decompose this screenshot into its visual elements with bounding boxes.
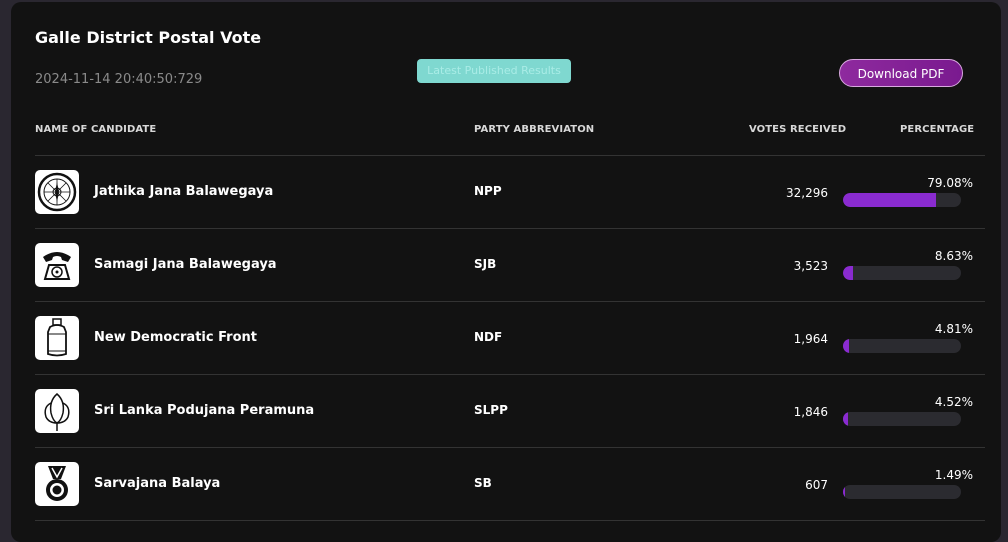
table-row: Sri Lanka Podujana Peramuna SLPP 1,846 4… bbox=[35, 375, 985, 448]
percentage-value: 4.81% bbox=[934, 322, 973, 336]
page-title: Galle District Postal Vote bbox=[35, 28, 262, 47]
party-abbreviation: NPP bbox=[474, 184, 502, 198]
percentage-bar-fill bbox=[843, 266, 854, 280]
column-header-candidate: NAME OF CANDIDATE bbox=[35, 124, 157, 135]
party-abbreviation: SB bbox=[474, 476, 492, 490]
table-row: Jathika Jana Balawegaya NPP 32,296 79.08… bbox=[35, 156, 985, 229]
telephone-symbol-icon bbox=[35, 243, 79, 287]
percentage-bar bbox=[843, 412, 961, 426]
party-abbreviation: SLPP bbox=[474, 403, 508, 417]
gas-cylinder-symbol-icon bbox=[35, 316, 79, 360]
percentage-bar-fill bbox=[843, 412, 849, 426]
candidate-name: New Democratic Front bbox=[94, 330, 257, 345]
percentage-bar bbox=[843, 339, 961, 353]
votes-received: 1,846 bbox=[793, 405, 828, 419]
table-row: Samagi Jana Balawegaya SJB 3,523 8.63% bbox=[35, 229, 985, 302]
status-badge: Latest Published Results bbox=[417, 59, 571, 83]
compass-symbol-icon bbox=[35, 170, 79, 214]
percentage-bar bbox=[843, 266, 961, 280]
percentage-bar-fill bbox=[843, 485, 845, 499]
lotus-bud-symbol-icon bbox=[35, 389, 79, 433]
party-abbreviation: NDF bbox=[474, 330, 503, 344]
party-abbreviation: SJB bbox=[474, 257, 497, 271]
column-header-votes: VOTES RECEIVED bbox=[749, 124, 847, 135]
votes-received: 1,964 bbox=[793, 332, 828, 346]
percentage-value: 1.49% bbox=[934, 468, 973, 482]
percentage-bar-fill bbox=[843, 339, 849, 353]
download-pdf-button[interactable]: Download PDF bbox=[839, 59, 963, 87]
votes-received: 3,523 bbox=[793, 259, 828, 273]
votes-received: 607 bbox=[805, 478, 828, 492]
percentage-bar bbox=[843, 193, 961, 207]
percentage-value: 4.52% bbox=[934, 395, 973, 409]
votes-received: 32,296 bbox=[786, 186, 828, 200]
table-row: New Democratic Front NDF 1,964 4.81% bbox=[35, 302, 985, 375]
percentage-value: 8.63% bbox=[934, 249, 973, 263]
candidate-name: Sri Lanka Podujana Peramuna bbox=[94, 403, 315, 418]
candidate-name: Samagi Jana Balawegaya bbox=[94, 257, 277, 272]
column-header-percentage: PERCENTAGE bbox=[900, 124, 975, 135]
percentage-value: 79.08% bbox=[927, 176, 973, 190]
column-header-party: PARTY ABBREVIATON bbox=[474, 124, 595, 135]
percentage-bar-fill bbox=[843, 193, 937, 207]
results-card: Galle District Postal Vote 2024-11-14 20… bbox=[11, 2, 1001, 542]
table-row: Sarvajana Balaya SB 607 1.49% bbox=[35, 448, 985, 521]
candidate-name: Jathika Jana Balawegaya bbox=[94, 184, 274, 199]
percentage-bar bbox=[843, 485, 961, 499]
medal-symbol-icon bbox=[35, 462, 79, 506]
candidate-name: Sarvajana Balaya bbox=[94, 476, 221, 491]
timestamp: 2024-11-14 20:40:50:729 bbox=[35, 72, 203, 87]
